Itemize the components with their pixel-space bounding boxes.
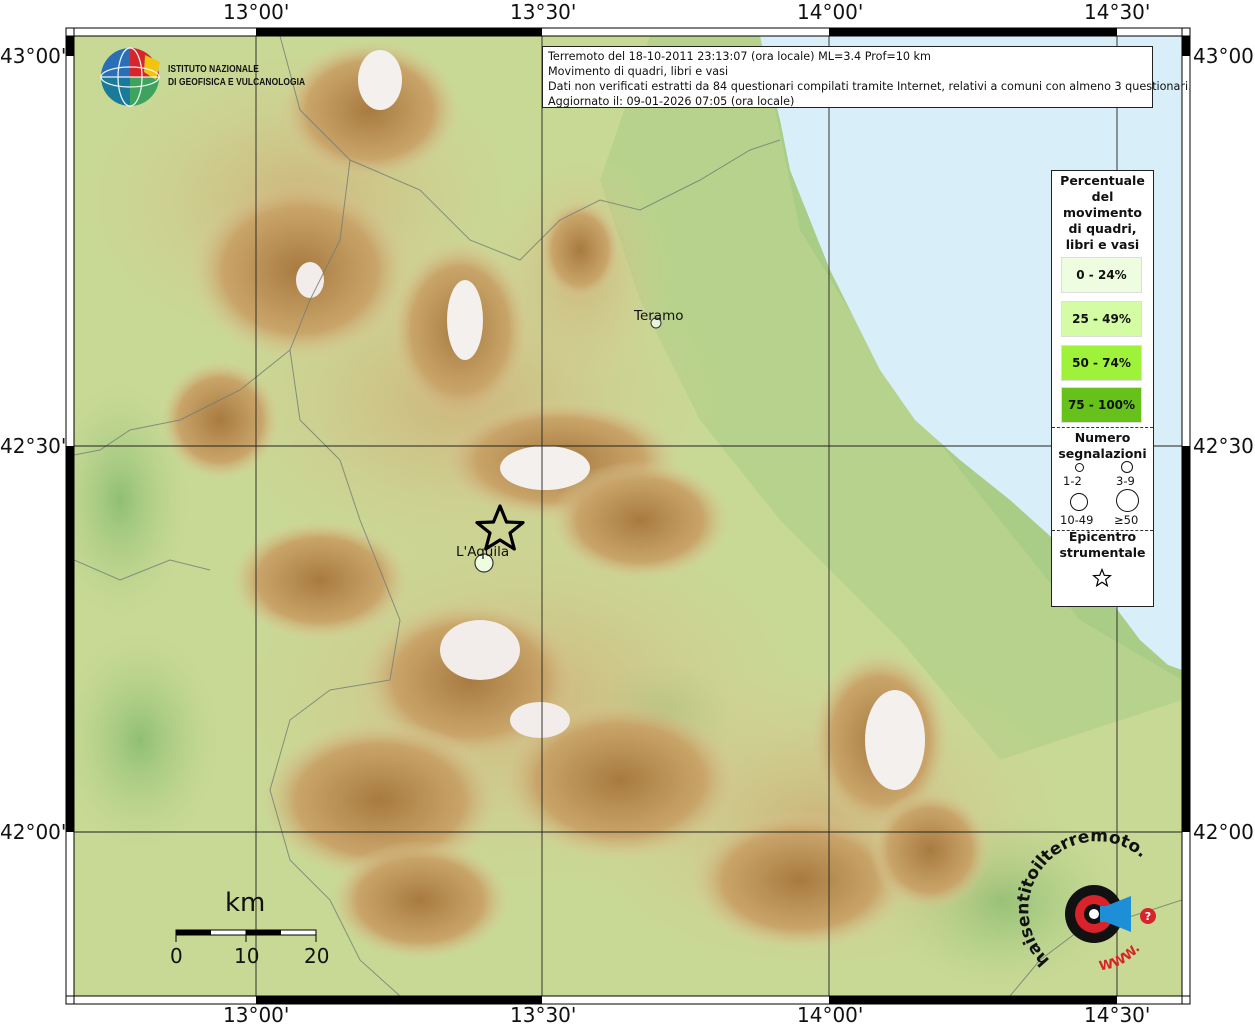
svg-text:?: ?: [1145, 910, 1151, 923]
city-label-teramo: Teramo: [634, 308, 684, 324]
top-tick-4: 14°30': [1084, 0, 1151, 24]
legend-divider-1: [1052, 427, 1153, 428]
top-tick-3: 14°00': [797, 0, 864, 24]
ingv-logo-line2: DI GEOFISICA E VULCANOLOGIA: [168, 76, 306, 88]
legend-count-label-1: 1-2: [1063, 474, 1082, 488]
event-info-box: Terremoto del 18-10-2011 23:13:07 (ora l…: [542, 46, 1192, 108]
ingv-logo-text: ISTITUTO NAZIONALE DI GEOFISICA E VULCAN…: [168, 63, 305, 89]
legend-class-25-49: 25 - 49%: [1061, 301, 1142, 337]
left-tick-1: 43°00': [0, 44, 67, 68]
legend-epicenter-title-line2: strumentale: [1059, 545, 1146, 560]
bottom-tick-2: 13°30': [510, 1003, 577, 1027]
event-updated: Aggiornato il: 09-01-2026 07:05 (ora loc…: [548, 95, 795, 108]
legend-count-label-3: 10-49: [1060, 513, 1094, 527]
legend-epicenter-title-line1: Epicentro: [1068, 529, 1137, 544]
right-tick-2: 42°30': [1193, 434, 1255, 458]
legend-epicenter-title: Epicentro strumentale: [1052, 529, 1153, 561]
left-tick-2: 42°30': [0, 434, 67, 458]
legend-count-label-4: ≥50: [1114, 513, 1139, 527]
scale-label-10: 10: [234, 944, 260, 968]
bottom-tick-3: 14°00': [797, 1003, 864, 1027]
legend-count-title-line1: Numero: [1074, 430, 1131, 445]
legend-title: Percentuale del movimento di quadri, lib…: [1052, 173, 1153, 253]
legend-title-line3: movimento: [1062, 205, 1142, 220]
event-title: Terremoto del 18-10-2011 23:13:07 (ora l…: [548, 50, 931, 63]
scale-label-20: 20: [304, 944, 330, 968]
top-tick-2: 13°30': [510, 0, 577, 24]
legend-class-0-24: 0 - 24%: [1061, 257, 1142, 293]
city-label-laquila: L'Aquila: [456, 544, 510, 560]
legend-count-ring-xlarge: [1116, 489, 1139, 512]
ingv-logo-line1: ISTITUTO NAZIONALE: [168, 63, 259, 75]
legend-count-ring-small: [1075, 463, 1084, 472]
scale-label-0: 0: [170, 944, 183, 968]
right-tick-1: 43°00': [1193, 44, 1255, 68]
legend-count-ring-large: [1070, 493, 1088, 511]
right-tick-3: 42°00': [1193, 820, 1255, 844]
event-subtitle: Movimento di quadri, libri e vasi: [548, 65, 729, 78]
legend-count-title: Numero segnalazioni: [1052, 430, 1153, 462]
legend-title-line1: Percentuale: [1060, 173, 1145, 188]
legend-count-title-line2: segnalazioni: [1058, 446, 1147, 461]
bottom-tick-4: 14°30': [1084, 1003, 1151, 1027]
legend-class-50-74: 50 - 74%: [1061, 345, 1142, 381]
left-tick-3: 42°00': [0, 820, 67, 844]
event-data-note: Dati non verificati estratti da 84 quest…: [548, 80, 1192, 93]
legend-title-line2: del: [1091, 189, 1114, 204]
legend-title-line5: libri e vasi: [1065, 237, 1140, 252]
legend-class-75-100: 75 - 100%: [1061, 387, 1142, 423]
legend-panel: Percentuale del movimento di quadri, lib…: [1051, 170, 1154, 607]
legend-title-line4: di quadri,: [1068, 221, 1137, 236]
legend-count-ring-medium: [1121, 461, 1133, 473]
legend-star-icon: [1092, 568, 1112, 588]
bottom-tick-1: 13°00': [223, 1003, 290, 1027]
scale-unit: km: [225, 888, 266, 918]
legend-count-label-2: 3-9: [1116, 474, 1135, 488]
top-tick-1: 13°00': [223, 0, 290, 24]
terrain-layer: [74, 36, 1182, 996]
